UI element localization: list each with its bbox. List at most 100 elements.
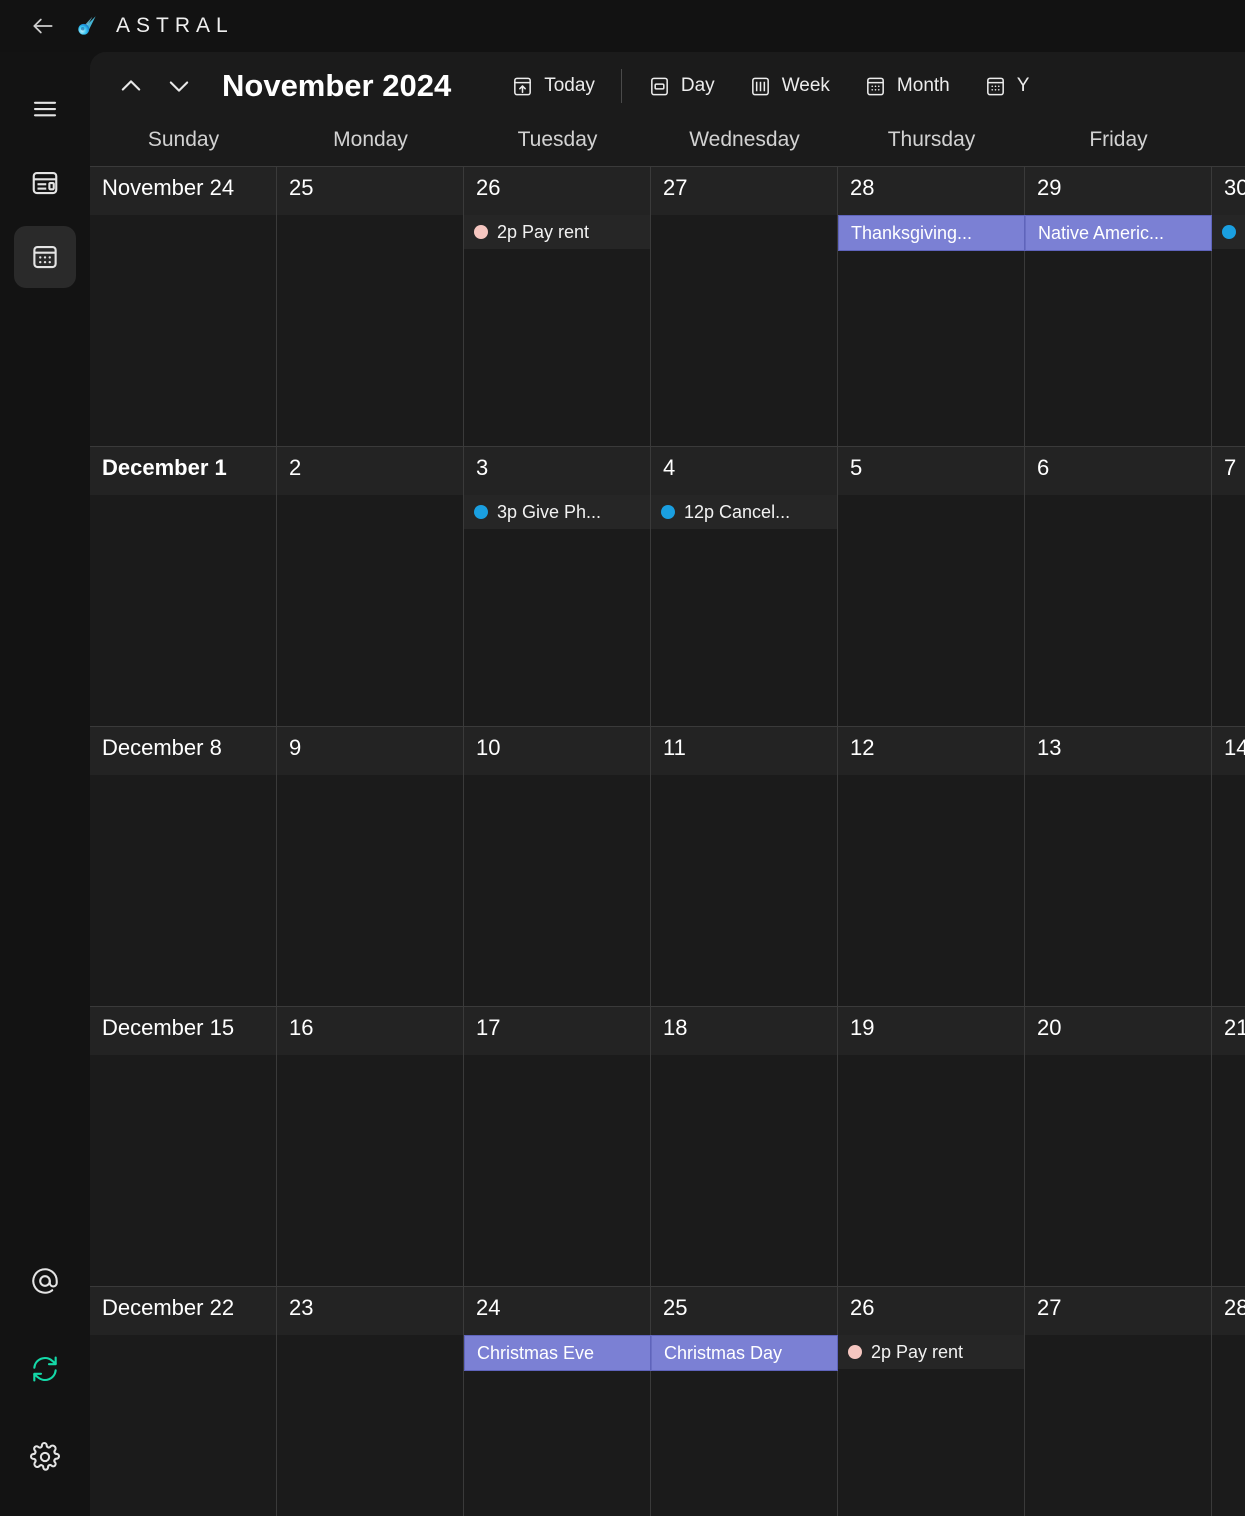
day-cell[interactable]: 9: [277, 727, 464, 1006]
day-number-strip: 28: [1212, 1287, 1245, 1335]
day-cell[interactable]: 17: [464, 1007, 651, 1286]
app-window: ASTRAL November 2024 Today Day Week Mont…: [0, 0, 1245, 1516]
day-cell[interactable]: 25: [651, 1287, 838, 1516]
calendar-event[interactable]: 2p Pay rent: [464, 215, 650, 249]
day-cell[interactable]: 16: [277, 1007, 464, 1286]
day-cell[interactable]: 28: [1212, 1287, 1245, 1516]
day-number: 4: [663, 455, 676, 480]
day-cell[interactable]: 4 12p Cancel...: [651, 447, 838, 726]
holiday-event[interactable]: Thanksgiving...: [838, 215, 1025, 251]
tab-month-label: Month: [896, 75, 950, 96]
sidebar-item-menu-toggle[interactable]: [14, 78, 76, 140]
day-number-strip: 28: [838, 167, 1024, 215]
day-cell[interactable]: 2: [277, 447, 464, 726]
month-view-icon: [864, 75, 887, 98]
tab-month[interactable]: Month: [848, 69, 966, 104]
day-number-strip: 25: [651, 1287, 837, 1335]
day-cell[interactable]: 21: [1212, 1007, 1245, 1286]
day-cell[interactable]: 19: [838, 1007, 1025, 1286]
day-cell[interactable]: 25: [277, 167, 464, 446]
day-cell[interactable]: 26 2p Pay rent: [464, 167, 651, 446]
holiday-event[interactable]: Christmas Day: [651, 1335, 838, 1371]
day-cell[interactable]: 27: [651, 167, 838, 446]
day-number: 29: [1037, 175, 1062, 200]
day-cell[interactable]: December 15: [90, 1007, 277, 1286]
day-number: 27: [1037, 1295, 1062, 1320]
day-cell[interactable]: 27: [1025, 1287, 1212, 1516]
day-events: 3p Give Ph...: [464, 495, 650, 726]
day-cell[interactable]: 10: [464, 727, 651, 1006]
sidebar-item-mentions[interactable]: [14, 1250, 76, 1312]
day-events: [1212, 1335, 1245, 1516]
day-cell[interactable]: December 8: [90, 727, 277, 1006]
event-label: 2p Pay rent: [497, 221, 590, 242]
sidebar-item-sync[interactable]: [14, 1338, 76, 1400]
calendar-event[interactable]: 12p Cancel...: [651, 495, 837, 529]
page-title: November 2024: [222, 68, 452, 103]
day-cell[interactable]: 24: [464, 1287, 651, 1516]
day-number-strip: 16: [277, 1007, 463, 1055]
tab-year[interactable]: Y: [968, 69, 1046, 104]
sidebar-item-calendar[interactable]: [14, 226, 76, 288]
tab-week[interactable]: Week: [733, 69, 846, 104]
calendar-event[interactable]: 2p Pay rent: [838, 1335, 1024, 1369]
weekday-header-saturday: Saturday: [1212, 120, 1245, 166]
holiday-label: Thanksgiving...: [851, 222, 973, 243]
day-events: [277, 1055, 463, 1286]
day-cell[interactable]: 23: [277, 1287, 464, 1516]
day-number-strip: December 8: [90, 727, 276, 775]
next-period-button[interactable]: [156, 65, 202, 107]
day-number-strip: 23: [277, 1287, 463, 1335]
day-number: 24: [476, 1295, 501, 1320]
day-cell[interactable]: 20: [1025, 1007, 1212, 1286]
day-events: [90, 1335, 276, 1516]
today-button[interactable]: Today: [495, 69, 611, 104]
today-button-label: Today: [544, 75, 595, 96]
day-number: December 15: [102, 1015, 235, 1040]
day-cell[interactable]: 12: [838, 727, 1025, 1006]
week-row: November 24 25 26 2p Pay rent 27 28 29 30 1 Thank…: [90, 166, 1245, 446]
day-cell[interactable]: December 1: [90, 447, 277, 726]
day-events: [90, 775, 276, 1006]
day-cell[interactable]: 26 2p Pay rent: [838, 1287, 1025, 1516]
day-cell[interactable]: 6: [1025, 447, 1212, 726]
day-cell[interactable]: 29: [1025, 167, 1212, 446]
day-cell[interactable]: 18: [651, 1007, 838, 1286]
day-events: [651, 775, 837, 1006]
day-number: 9: [289, 735, 302, 760]
day-cell[interactable]: 7: [1212, 447, 1245, 726]
weekday-header-sunday: Sunday: [147, 128, 220, 151]
day-cell[interactable]: 11: [651, 727, 838, 1006]
event-color-dot: [661, 505, 675, 519]
day-number: 28: [1224, 1295, 1245, 1320]
month-grid[interactable]: November 2425262p Pay rent272829301Thank…: [90, 166, 1245, 1516]
day-events: [838, 775, 1024, 1006]
sidebar-item-settings[interactable]: [14, 1426, 76, 1488]
previous-period-button[interactable]: [108, 65, 154, 107]
holiday-event[interactable]: Native Americ...: [1025, 215, 1212, 251]
day-cell[interactable]: December 22: [90, 1287, 277, 1516]
tab-day[interactable]: Day: [632, 69, 731, 104]
day-number-strip: 27: [1025, 1287, 1211, 1335]
day-number-strip: 26: [464, 167, 650, 215]
day-cell[interactable]: 14: [1212, 727, 1245, 1006]
day-cell[interactable]: 5: [838, 447, 1025, 726]
tab-day-label: Day: [680, 75, 715, 96]
day-number-strip: 27: [651, 167, 837, 215]
sidebar-item-dashboard[interactable]: [14, 152, 76, 214]
day-number-strip: 26: [838, 1287, 1024, 1335]
day-cell[interactable]: 28: [838, 167, 1025, 446]
day-number-strip: 3: [464, 447, 650, 495]
day-number-strip: 7: [1212, 447, 1245, 495]
day-cell[interactable]: 3 3p Give Ph...: [464, 447, 651, 726]
day-cell[interactable]: 13: [1025, 727, 1212, 1006]
tab-year-label: Y: [1016, 75, 1030, 96]
back-arrow-icon[interactable]: [28, 11, 58, 41]
day-number-strip: 13: [1025, 727, 1211, 775]
calendar-event[interactable]: 1: [1212, 215, 1245, 249]
day-cell[interactable]: 30 1: [1212, 167, 1245, 446]
day-cell[interactable]: November 24: [90, 167, 277, 446]
week-row: December 22 23 24 25 26 2p Pay rent 27 28 Christ…: [90, 1286, 1245, 1516]
holiday-event[interactable]: Christmas Eve: [464, 1335, 651, 1371]
calendar-event[interactable]: 3p Give Ph...: [464, 495, 650, 529]
